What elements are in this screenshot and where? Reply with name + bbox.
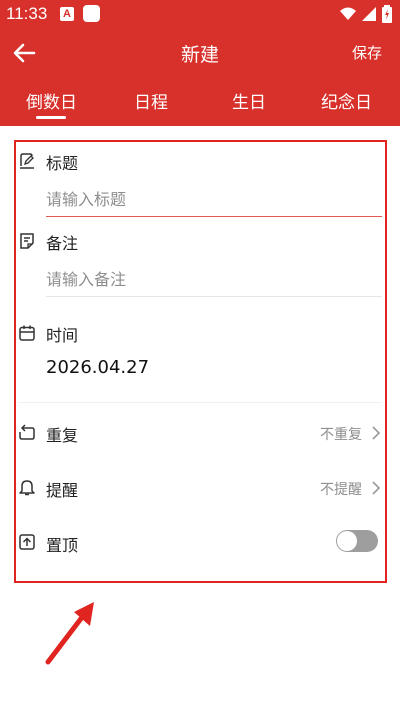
signal-icon xyxy=(362,7,376,21)
notification-square-icon xyxy=(83,5,100,22)
page-title: 新建 xyxy=(180,44,219,66)
tab-birthday[interactable]: 生日 xyxy=(232,88,266,113)
notification-a-icon: A xyxy=(60,7,74,21)
active-tab-indicator xyxy=(36,116,66,119)
annotation-highlight-box xyxy=(14,140,387,583)
status-icons xyxy=(340,5,392,23)
tab-countdown[interactable]: 倒数日 xyxy=(26,88,77,113)
tab-bar: 倒数日 日程 生日 纪念日 xyxy=(0,78,400,126)
save-button[interactable]: 保存 xyxy=(352,42,382,63)
annotation-arrow-icon xyxy=(45,602,94,665)
battery-icon xyxy=(382,5,392,23)
status-time: 11:33 xyxy=(6,4,48,23)
app-bar: 新建 保存 xyxy=(0,28,400,78)
status-bar: 11:33 A xyxy=(0,0,400,28)
tab-anniversary[interactable]: 纪念日 xyxy=(321,88,372,113)
wifi-icon xyxy=(340,7,356,20)
tab-schedule[interactable]: 日程 xyxy=(134,88,168,113)
